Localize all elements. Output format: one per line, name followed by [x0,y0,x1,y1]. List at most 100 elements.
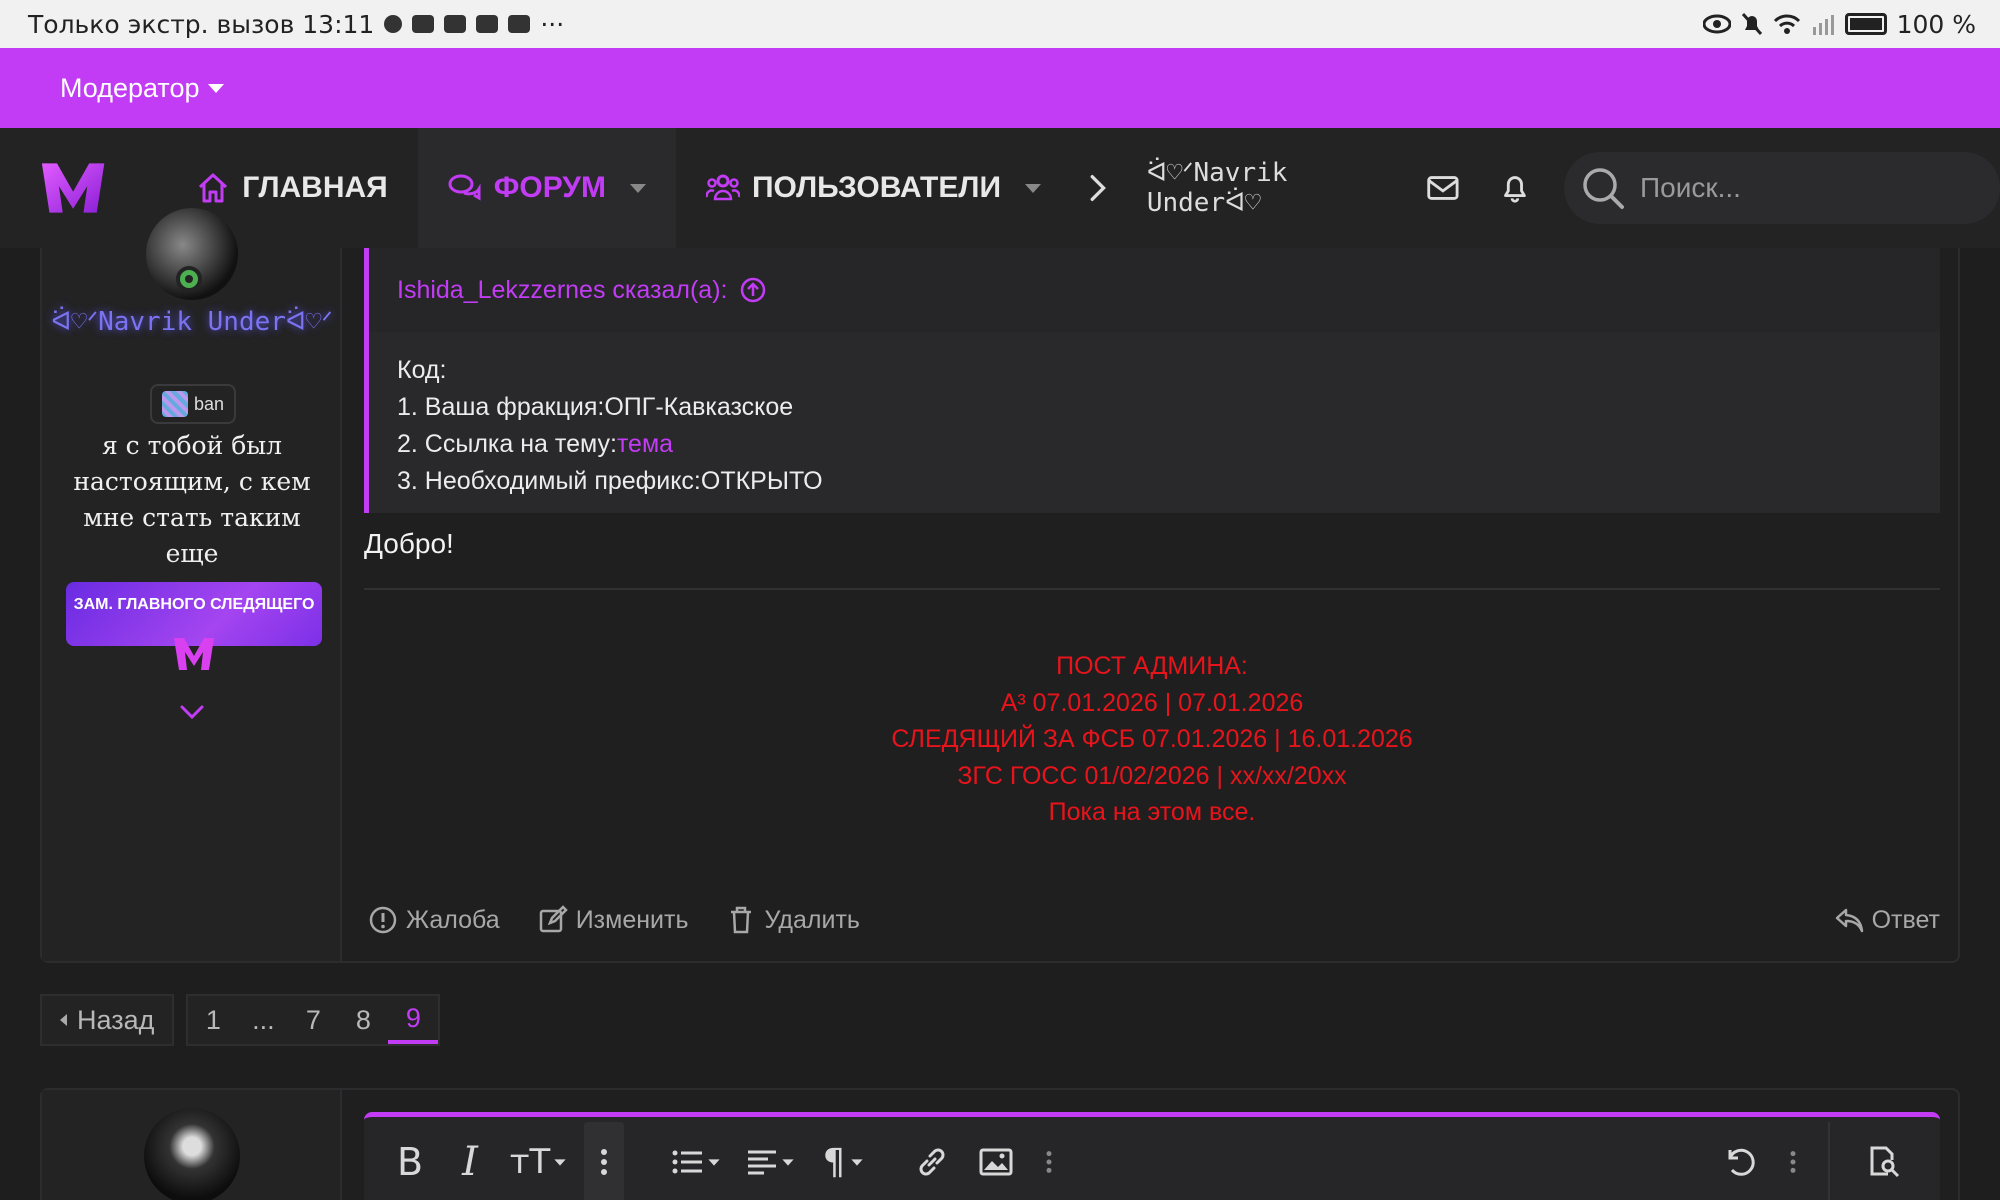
app-notification-icon [412,15,435,33]
chevron-right-icon[interactable] [1079,168,1117,208]
quote-line-link: 2. Ссылка на тему:тема [397,426,1940,463]
more-vertical-icon [1790,1151,1796,1173]
author-username[interactable]: ᐛ♡ᐟNavrik Underᐛ♡ᐟ [42,302,342,342]
more-insert-button[interactable] [1034,1136,1064,1188]
search-input[interactable] [1640,172,2000,204]
report-button[interactable]: Жалоба [368,905,500,935]
bell-icon[interactable] [1496,168,1534,208]
edit-icon [539,905,568,933]
page-link[interactable]: 1 [188,996,238,1044]
post-signature: ПОСТ АДМИНА: А³ 07.01.2026 | 07.01.2026 … [364,648,1940,831]
youtube-notification-icon-2 [476,15,499,33]
chat-bubbles-icon [448,174,481,201]
quote-line-prefix: 3. Необходимый префикс:ОТКРЫТО [397,467,823,495]
search-box[interactable] [1564,152,2000,224]
ban-badge-icon [161,391,188,417]
quote-header[interactable]: Ishida_Lekzzernes сказал(а): [369,248,1940,332]
home-icon [199,173,228,203]
quick-reply: B I тT ¶ [40,1088,1960,1200]
delete-button[interactable]: Удалить [726,905,860,935]
paragraph-button[interactable]: ¶ [812,1136,876,1188]
quote-author[interactable]: Ishida_Lekzzernes сказал(а): [397,276,727,305]
chevron-down-icon[interactable] [1025,183,1042,193]
nav-forum[interactable]: ФОРУМ [417,128,676,248]
text-size-button[interactable]: тT [504,1136,574,1188]
edit-button[interactable]: Изменить [538,905,689,935]
page-current[interactable]: 9 [388,996,439,1044]
main-navbar: ГЛАВНАЯ ФОРУМ ПОЛЬЗОВАТЕЛИ ᐛ♡ᐟNavrik Und… [0,128,2000,248]
system-status-bar: Только экстр. вызов 13:11 ··· 100 % [0,0,2000,48]
moderator-label: Модератор [60,72,200,103]
delete-label: Удалить [764,905,860,934]
chat-notification-icon [384,15,403,33]
signal-icon [1812,15,1834,35]
more-options-button[interactable] [1778,1136,1808,1188]
nav-home-label: ГЛАВНАЯ [242,171,388,204]
nav-users-label: ПОЛЬЗОВАТЕЛИ [751,171,1002,204]
signature-line: СЛЕДЯЩИЙ ЗА ФСБ 07.01.2026 | 16.01.2026 [891,725,1413,753]
insert-link-button[interactable] [906,1136,958,1188]
more-notifications-icon: ··· [540,9,565,39]
edit-label: Изменить [575,905,689,934]
arrow-up-circle-icon[interactable] [739,276,767,304]
more-vertical-icon [1046,1151,1052,1173]
ban-badge: ban [150,384,236,424]
undo-icon [1728,1148,1755,1176]
link-icon [919,1148,945,1176]
battery-percent: 100 % [1896,9,1976,39]
page-link[interactable]: 7 [288,996,338,1044]
signature-line: ПОСТ АДМИНА: [1056,652,1248,680]
wifi-icon [1773,14,1800,34]
post-message: Добро! [364,528,454,559]
signature-divider [364,588,1940,590]
reply-editor[interactable]: B I тT ¶ [364,1112,1940,1200]
moderator-menu[interactable]: Модератор [60,73,224,104]
quote-line-code: Код: [397,356,447,384]
nav-users[interactable]: ПОЛЬЗОВАТЕЛИ [676,128,1071,248]
chevron-down-icon[interactable] [176,696,208,728]
post-author-sidebar: ᐛ♡ᐟNavrik Underᐛ♡ᐟ ban я с тобой был нас… [42,208,342,961]
page-link[interactable]: 8 [338,996,388,1044]
italic-button[interactable]: I [444,1136,496,1188]
editor-toolbar: B I тT ¶ [364,1117,1940,1200]
alert-circle-icon [369,906,397,934]
align-button[interactable] [738,1136,802,1188]
site-logo[interactable] [40,158,106,218]
bold-button[interactable]: B [384,1136,436,1188]
users-icon [705,174,740,201]
quote-line-faction: 1. Ваша фракция:ОПГ-Кавказское [397,393,794,421]
mute-bell-icon [1741,12,1762,36]
page-ellipsis[interactable]: ... [238,996,288,1044]
topic-link[interactable]: тема [617,430,673,458]
chevron-down-icon[interactable] [629,183,646,193]
reply-author-sidebar [42,1090,342,1200]
youtube-notification-icon-3 [508,15,531,33]
more-formatting-button[interactable] [584,1122,624,1200]
undo-button[interactable] [1714,1136,1766,1188]
eye-icon [1702,14,1731,34]
nav-current-user[interactable]: ᐛ♡ᐟNavrik Underᐛ♡ [1147,158,1403,218]
author-status-text: я с тобой был настоящим, с кем мне стать… [73,431,311,568]
reply-icon [1835,908,1863,933]
envelope-icon[interactable] [1424,168,1462,208]
list-button[interactable] [664,1136,728,1188]
role-logo-icon [174,638,214,670]
preview-icon [1870,1146,1900,1178]
signature-line: ЗГС ГОСС 01/02/2026 | xx/xx/20xx [957,761,1347,790]
youtube-notification-icon [444,15,467,33]
signature-line: А³ 07.01.2026 | 07.01.2026 [1000,688,1304,717]
preview-button[interactable] [1858,1136,1910,1188]
quote-link-prefix: 2. Ссылка на тему: [397,430,617,458]
report-label: Жалоба [406,905,500,934]
battery-icon [1844,13,1887,35]
reply-button[interactable]: Ответ [1834,905,1940,935]
search-icon [1583,168,1624,209]
toolbar-separator [1828,1122,1830,1200]
insert-image-button[interactable] [970,1136,1022,1188]
toolbar-right-group [1714,1122,1940,1200]
trash-icon [731,906,752,934]
reply-label: Ответ [1871,905,1940,934]
reply-avatar[interactable] [144,1108,240,1200]
more-vertical-icon [601,1149,607,1175]
prev-page-button[interactable]: Назад [40,994,175,1046]
